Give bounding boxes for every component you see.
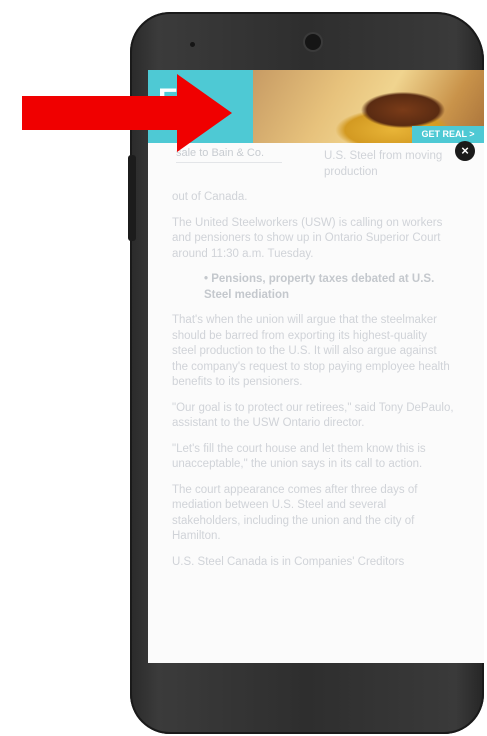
article-intro-right: U.S. Steel from moving production bbox=[324, 150, 443, 178]
red-arrow-icon bbox=[22, 74, 232, 152]
phone-camera bbox=[305, 34, 321, 50]
article-paragraph: "Let's fill the court house and let them… bbox=[172, 442, 426, 471]
ad-cta-button[interactable]: GET REAL > bbox=[412, 126, 484, 143]
phone-screen: E GET REAL > × sale to Bain & Co. U.S. S… bbox=[148, 70, 484, 663]
article-paragraph: The court appearance comes after three d… bbox=[172, 483, 418, 543]
close-icon[interactable]: × bbox=[455, 141, 475, 161]
article-body: sale to Bain & Co. U.S. Steel from movin… bbox=[172, 146, 454, 580]
article-paragraph: That's when the union will argue that th… bbox=[172, 314, 450, 388]
phone-side-button bbox=[128, 155, 136, 241]
article-paragraph: The United Steelworkers (USW) is calling… bbox=[172, 216, 443, 260]
red-arrow-shape bbox=[22, 74, 232, 152]
article-intro-tail: out of Canada. bbox=[172, 191, 248, 203]
article-intro: sale to Bain & Co. U.S. Steel from movin… bbox=[172, 146, 454, 190]
article-paragraph: U.S. Steel Canada is in Companies' Credi… bbox=[172, 555, 405, 568]
article-related-link-text[interactable]: Pensions, property taxes debated at U.S.… bbox=[204, 273, 434, 301]
phone-sensor bbox=[190, 42, 195, 47]
article-paragraph: "Our goal is to protect our retirees," s… bbox=[172, 401, 454, 430]
article-related-link[interactable]: • Pensions, property taxes debated at U.… bbox=[204, 272, 454, 303]
